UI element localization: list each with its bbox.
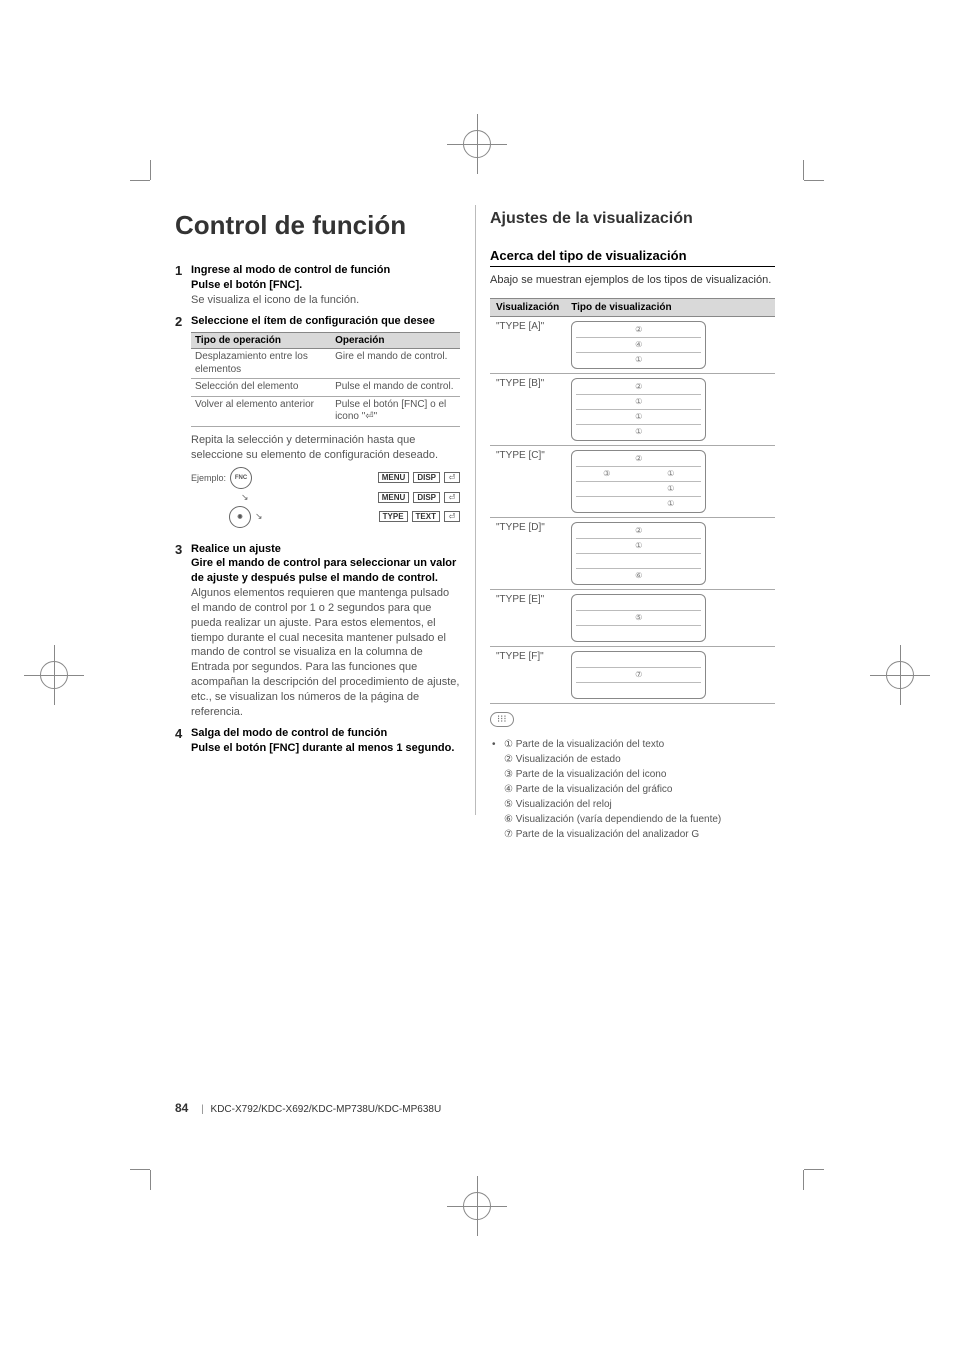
step-action: Pulse el botón [FNC] durante al menos 1 … <box>191 741 460 756</box>
divider: | <box>201 1104 204 1115</box>
crop-mark <box>150 180 170 200</box>
step-number: 3 <box>175 542 191 720</box>
vis-label: "TYPE [F]" <box>490 646 565 703</box>
vis-screen: ②①⑥ <box>565 517 775 589</box>
step-action: Gire el mando de control para selecciona… <box>191 556 460 586</box>
legend-list: •① Parte de la visualización del texto② … <box>490 737 775 842</box>
step-number: 1 <box>175 263 191 308</box>
table-header: Tipo de visualización <box>565 298 775 316</box>
legend-item: •① Parte de la visualización del texto <box>504 737 775 752</box>
step-text: Algunos elementos requieren que mantenga… <box>191 586 460 720</box>
page-number: 84 <box>175 1101 188 1115</box>
step-action: Pulse el botón [FNC]. <box>191 278 460 293</box>
screen-mockup: ②③①①① <box>571 450 706 513</box>
step-title: Salga del modo de control de función <box>191 726 460 741</box>
vis-label: "TYPE [D]" <box>490 517 565 589</box>
table-row: "TYPE [A]"②④① <box>490 316 775 373</box>
step-title: Ingrese al modo de control de función <box>191 263 460 278</box>
legend-item: ② Visualización de estado <box>504 752 775 767</box>
legend-item: ⑥ Visualización (varía dependiendo de la… <box>504 812 775 827</box>
text-chip: TEXT <box>412 511 440 522</box>
return-icon: ⏎ <box>444 511 460 522</box>
step-1: 1 Ingrese al modo de control de función … <box>175 263 460 308</box>
left-column: Control de función 1 Ingrese al modo de … <box>175 210 460 842</box>
step-title: Realice un ajuste <box>191 542 460 557</box>
operation-table: Tipo de operación Operación Desplazamien… <box>191 332 460 427</box>
step-number: 2 <box>175 314 191 536</box>
table-row: "TYPE [E]"⑤ <box>490 589 775 646</box>
legend-item: ⑤ Visualización del reloj <box>504 797 775 812</box>
step-3: 3 Realice un ajuste Gire el mando de con… <box>175 542 460 720</box>
table-row: Volver al elemento anterior Pulse el bot… <box>191 396 460 426</box>
column-divider <box>475 205 476 815</box>
step-text: Se visualiza el icono de la función. <box>191 293 460 308</box>
screen-mockup: ②①①① <box>571 378 706 441</box>
step-number: 4 <box>175 726 191 756</box>
example-label: Ejemplo: <box>191 473 226 483</box>
screen-mockup: ②④① <box>571 321 706 369</box>
after-table-text: Repita la selección y determinación hast… <box>191 433 460 463</box>
arrow-icon: ↘ <box>241 492 249 503</box>
vis-screen: ⑦ <box>565 646 775 703</box>
disp-chip: DISP <box>413 472 440 483</box>
table-header: Tipo de operación <box>191 333 331 349</box>
return-icon: ⏎ <box>444 472 460 483</box>
step-4: 4 Salga del modo de control de función P… <box>175 726 460 756</box>
table-row: "TYPE [B]"②①①① <box>490 373 775 445</box>
right-column: Ajustes de la visualización Acerca del t… <box>490 210 775 842</box>
menu-chip: MENU <box>378 472 410 483</box>
registration-mark-bottom <box>463 1192 491 1220</box>
table-header: Operación <box>331 333 460 349</box>
fnc-knob-icon: FNC <box>230 467 252 489</box>
table-row: Desplazamiento entre los elementos Gire … <box>191 349 460 379</box>
screen-mockup: ⑤ <box>571 594 706 642</box>
legend-item: ③ Parte de la visualización del icono <box>504 767 775 782</box>
sub-heading: Acerca del tipo de visualización <box>490 248 775 267</box>
vis-label: "TYPE [E]" <box>490 589 565 646</box>
page-title: Control de función <box>175 210 460 241</box>
lead-text: Abajo se muestran ejemplos de los tipos … <box>490 273 775 288</box>
note-icon: ⁝⁝⁝ <box>490 712 514 727</box>
step-title: Seleccione el ítem de configuración que … <box>191 314 460 329</box>
vis-label: "TYPE [C]" <box>490 445 565 517</box>
registration-mark-left <box>40 661 68 689</box>
crop-mark <box>784 180 804 200</box>
vis-screen: ②③①①① <box>565 445 775 517</box>
registration-mark-top <box>463 130 491 158</box>
menu-chip: MENU <box>378 492 410 503</box>
legend-item: ⑦ Parte de la visualización del analizad… <box>504 827 775 842</box>
vis-screen: ⑤ <box>565 589 775 646</box>
table-row: Selección del elemento Pulse el mando de… <box>191 379 460 397</box>
table-header: Visualización <box>490 298 565 316</box>
table-row: "TYPE [C]"②③①①① <box>490 445 775 517</box>
knob-icon: ◉ <box>229 506 251 528</box>
vis-screen: ②①①① <box>565 373 775 445</box>
visualization-table: Visualización Tipo de visualización "TYP… <box>490 298 775 704</box>
screen-mockup: ⑦ <box>571 651 706 699</box>
vis-screen: ②④① <box>565 316 775 373</box>
model-list: KDC-X792/KDC-X692/KDC-MP738U/KDC-MP638U <box>211 1104 442 1115</box>
registration-mark-right <box>886 661 914 689</box>
step-2: 2 Seleccione el ítem de configuración qu… <box>175 314 460 536</box>
crop-mark <box>150 1150 170 1170</box>
type-chip: TYPE <box>379 511 408 522</box>
table-row: "TYPE [D]"②①⑥ <box>490 517 775 589</box>
return-icon: ⏎ <box>444 492 460 503</box>
disp-chip: DISP <box>413 492 440 503</box>
table-row: "TYPE [F]"⑦ <box>490 646 775 703</box>
crop-mark <box>784 1150 804 1170</box>
screen-mockup: ②①⑥ <box>571 522 706 585</box>
page-footer: 84 | KDC-X792/KDC-X692/KDC-MP738U/KDC-MP… <box>175 1101 441 1115</box>
legend-item: ④ Parte de la visualización del gráfico <box>504 782 775 797</box>
section-title: Ajustes de la visualización <box>490 210 775 228</box>
example-diagram: Ejemplo: FNC MENU DISP ⏎ ↘ MENU <box>191 467 460 528</box>
vis-label: "TYPE [B]" <box>490 373 565 445</box>
arrow-icon: ↘ <box>255 511 263 522</box>
vis-label: "TYPE [A]" <box>490 316 565 373</box>
